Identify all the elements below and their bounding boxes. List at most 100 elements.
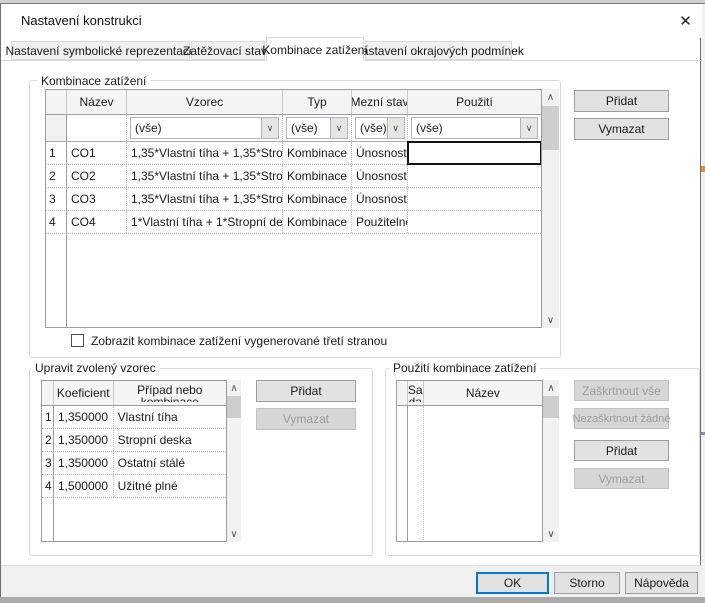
- usage-add-button[interactable]: Přidat: [574, 440, 669, 461]
- scrollbar-thumb[interactable]: [227, 396, 241, 418]
- cell-case[interactable]: Ostatní stálé: [114, 452, 226, 474]
- cell-usage-selected[interactable]: [408, 142, 541, 164]
- cell-factor[interactable]: 1,350000: [54, 429, 114, 451]
- background-blue-marker: [701, 432, 705, 435]
- table-row[interactable]: 1 CO1 1,35*Vlastní tíha + 1,35*Strop Kom…: [46, 142, 541, 165]
- usage-filter-dropdown[interactable]: (vše) ∨: [411, 117, 538, 139]
- cell-name[interactable]: CO2: [67, 165, 127, 187]
- cell-formula[interactable]: 1,35*Vlastní tíha + 1,35*Strop: [127, 165, 283, 187]
- scroll-up-icon[interactable]: ∧: [227, 380, 241, 396]
- cell-case[interactable]: Užitné plné: [114, 475, 226, 497]
- state-filter-dropdown[interactable]: (vše) ∨: [355, 117, 405, 139]
- cell-type[interactable]: Kombinace: [283, 165, 352, 187]
- table-row[interactable]: 1 1,350000 Vlastní tíha: [42, 406, 226, 429]
- combinations-add-button[interactable]: Přidat: [574, 90, 669, 112]
- cell-state[interactable]: Použitelnosti: [352, 211, 408, 233]
- cell-factor[interactable]: 1,350000: [54, 452, 114, 474]
- cell-factor[interactable]: 1,350000: [54, 406, 114, 428]
- chevron-down-icon[interactable]: ∨: [387, 118, 404, 138]
- cell-case[interactable]: Vlastní tíha: [114, 406, 226, 428]
- tab-load-combinations[interactable]: Kombinace zatížení: [266, 37, 364, 61]
- cell-usage[interactable]: [408, 165, 541, 187]
- help-button[interactable]: Nápověda: [625, 572, 698, 594]
- table-row[interactable]: 3 1,350000 Ostatní stálé: [42, 452, 226, 475]
- cell-name[interactable]: CO3: [67, 188, 127, 210]
- chevron-down-icon[interactable]: ∨: [261, 118, 278, 138]
- tab-symbolic-representation[interactable]: Nastavení symbolické reprezentace: [11, 41, 190, 60]
- dialog-title: Nastavení konstrukci: [21, 13, 142, 28]
- filter-cell-name: [67, 115, 127, 141]
- chevron-down-icon[interactable]: ∨: [520, 118, 537, 138]
- cell-name[interactable]: CO1: [67, 142, 127, 164]
- edit-formula-add-button[interactable]: Přidat: [256, 380, 356, 402]
- cell-type[interactable]: Kombinace: [283, 211, 352, 233]
- table-row[interactable]: 2 CO2 1,35*Vlastní tíha + 1,35*Strop Kom…: [46, 165, 541, 188]
- combinations-scrollbar[interactable]: ∧ ∨: [542, 89, 559, 328]
- cell-formula[interactable]: 1,35*Vlastní tíha + 1,35*Strop: [127, 188, 283, 210]
- state-filter-value: (vše): [356, 121, 387, 135]
- table-row[interactable]: 4 1,500000 Užitné plné: [42, 475, 226, 498]
- dialog-footer: OK Storno Nápověda: [1, 565, 702, 597]
- table-row[interactable]: 2 1,350000 Stropní deska: [42, 429, 226, 452]
- load-combinations-group-title: Kombinace zatížení: [37, 74, 150, 88]
- usage-delete-button[interactable]: Vymazat: [574, 468, 669, 489]
- edit-formula-scrollbar[interactable]: ∧ ∨: [227, 380, 241, 542]
- scrollbar-thumb[interactable]: [542, 106, 559, 150]
- column-header-formula: Vzorec: [127, 90, 283, 114]
- filter-cell-state: (vše) ∨: [352, 115, 408, 141]
- cell-formula[interactable]: 1*Vlastní tíha + 1*Stropní des: [127, 211, 283, 233]
- combinations-delete-button[interactable]: Vymazat: [574, 118, 669, 140]
- cell-state[interactable]: Únosnosti: [352, 165, 408, 187]
- formula-filter-dropdown[interactable]: (vše) ∨: [130, 117, 279, 139]
- row-number-column-filler: [397, 406, 408, 542]
- cell-usage[interactable]: [408, 211, 541, 233]
- close-button[interactable]: ✕: [669, 4, 702, 38]
- edit-formula-table: Koeficient Případ nebo kombinace 1 1,350…: [41, 380, 227, 542]
- table-row[interactable]: 4 CO4 1*Vlastní tíha + 1*Stropní des Kom…: [46, 211, 541, 234]
- table-row[interactable]: 3 CO3 1,35*Vlastní tíha + 1,35*Strop Kom…: [46, 188, 541, 211]
- column-header-case-line1: Případ nebo: [137, 384, 202, 397]
- cell-case[interactable]: Stropní deska: [114, 429, 226, 451]
- scroll-up-icon[interactable]: ∧: [543, 380, 559, 396]
- scrollbar-thumb[interactable]: [543, 396, 559, 418]
- filter-cell-formula: (vše) ∨: [127, 115, 283, 141]
- tab-load-cases[interactable]: Zatěžovací stavy: [191, 41, 265, 60]
- type-filter-value: (vše): [287, 121, 330, 135]
- structure-settings-dialog: Nastavení konstrukci ✕ Nastavení symboli…: [0, 4, 701, 597]
- table-header-row: Název Vzorec Typ Mezní stav Použití: [46, 90, 541, 115]
- cell-state[interactable]: Únosnosti: [352, 188, 408, 210]
- show-third-party-checkbox[interactable]: [71, 334, 84, 347]
- chevron-down-icon[interactable]: ∨: [330, 118, 347, 138]
- usage-check-all-button[interactable]: Zaškrtnout vše: [574, 380, 669, 401]
- cell-state[interactable]: Únosnosti: [352, 142, 408, 164]
- set-column-filler: [408, 406, 424, 542]
- cell-formula[interactable]: 1,35*Vlastní tíha + 1,35*Strop: [127, 142, 283, 164]
- type-filter-dropdown[interactable]: (vše) ∨: [286, 117, 348, 139]
- ok-button[interactable]: OK: [476, 572, 549, 594]
- cell-type[interactable]: Kombinace: [283, 142, 352, 164]
- scroll-down-icon[interactable]: ∨: [543, 526, 559, 542]
- cell-factor[interactable]: 1,500000: [54, 475, 114, 497]
- column-header-case: Případ nebo kombinace: [114, 381, 226, 405]
- cell-name[interactable]: CO4: [67, 211, 127, 233]
- usage-uncheck-all-button[interactable]: Nezaškrtnout žádné: [574, 408, 669, 429]
- load-combinations-table: Název Vzorec Typ Mezní stav Použití (vše…: [45, 89, 542, 328]
- filter-cell-usage: (vše) ∨: [408, 115, 541, 141]
- row-number: 3: [42, 452, 54, 474]
- column-header-set-line2: da: [409, 397, 422, 402]
- cell-type[interactable]: Kombinace: [283, 188, 352, 210]
- scroll-down-icon[interactable]: ∨: [542, 312, 559, 328]
- scroll-up-icon[interactable]: ∧: [542, 89, 559, 105]
- row-number: 1: [46, 142, 67, 164]
- edit-formula-delete-button[interactable]: Vymazat: [256, 408, 356, 430]
- row-number: 4: [42, 475, 54, 497]
- cell-usage[interactable]: [408, 188, 541, 210]
- tab-boundary-conditions[interactable]: Nastavení okrajových podmínek: [365, 41, 512, 60]
- scroll-down-icon[interactable]: ∨: [227, 526, 241, 542]
- row-number: 2: [42, 429, 54, 451]
- column-header-state: Mezní stav: [352, 90, 408, 114]
- usage-scrollbar[interactable]: ∧ ∨: [543, 380, 559, 542]
- column-header-factor: Koeficient: [54, 381, 114, 405]
- row-number: 4: [46, 211, 67, 233]
- cancel-button[interactable]: Storno: [554, 572, 620, 594]
